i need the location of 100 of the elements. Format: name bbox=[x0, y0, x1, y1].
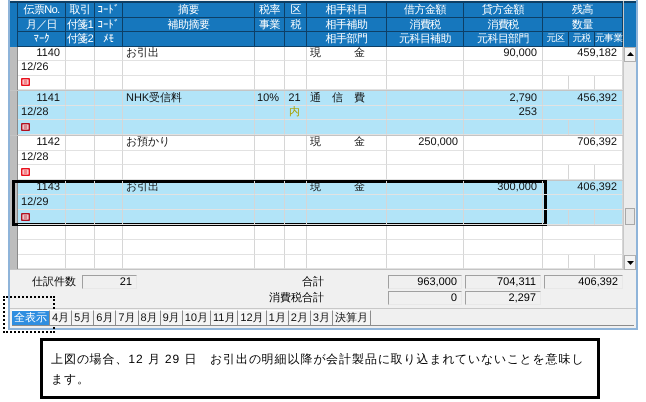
column-header: 消費税 bbox=[387, 18, 464, 32]
table-cell bbox=[66, 210, 95, 225]
table-cell bbox=[95, 226, 123, 240]
table-cell bbox=[285, 136, 307, 151]
balance-total-field: 406,392 bbox=[544, 274, 623, 289]
table-cell: 1140 bbox=[18, 46, 66, 62]
column-header: 補助摘要 bbox=[123, 18, 255, 32]
table-cell bbox=[95, 254, 123, 270]
column-header: 消費税 bbox=[464, 18, 543, 32]
table-cell: 通 信 費 bbox=[307, 91, 387, 106]
month-tab[interactable]: 2月 bbox=[288, 310, 311, 326]
table-cell bbox=[285, 226, 307, 240]
journal-row[interactable]: 1142 お預かり 現 金 250,000 706,392 12/28 bbox=[10, 136, 623, 181]
table-cell: 現 金 bbox=[307, 180, 387, 196]
table-cell: 現 金 bbox=[307, 46, 387, 62]
table-cell: お引出 bbox=[123, 180, 255, 196]
table-cell bbox=[95, 120, 123, 136]
table-cell bbox=[95, 76, 123, 90]
table-cell bbox=[66, 91, 95, 106]
table-cell bbox=[66, 106, 95, 120]
table-cell bbox=[66, 120, 95, 136]
table-cell: 300,000 bbox=[464, 180, 543, 196]
table-cell bbox=[255, 106, 285, 120]
mark-icon bbox=[21, 168, 30, 176]
table-cell bbox=[543, 76, 569, 90]
table-cell bbox=[18, 240, 66, 255]
table-cell bbox=[18, 226, 66, 240]
table-cell bbox=[255, 165, 285, 180]
column-header: 取引 bbox=[66, 3, 95, 18]
table-cell bbox=[543, 254, 569, 270]
table-cell: 90,000 bbox=[464, 46, 543, 62]
month-tab[interactable]: 8月 bbox=[138, 310, 161, 326]
table-cell bbox=[95, 136, 123, 151]
month-tab[interactable]: 10月 bbox=[182, 310, 211, 326]
table-cell bbox=[95, 210, 123, 225]
table-cell bbox=[95, 106, 123, 120]
row-marker[interactable] bbox=[10, 226, 18, 270]
table-cell: 1143 bbox=[18, 180, 66, 196]
column-header: 摘要 bbox=[123, 3, 255, 18]
column-header: 税率 bbox=[255, 3, 285, 18]
table-cell bbox=[285, 254, 307, 270]
table-cell bbox=[285, 180, 307, 196]
month-tab[interactable]: 12月 bbox=[238, 310, 267, 326]
scroll-up-button[interactable] bbox=[624, 46, 636, 62]
row-marker[interactable] bbox=[10, 46, 18, 90]
month-tab[interactable]: 9月 bbox=[160, 310, 183, 326]
table-cell bbox=[285, 165, 307, 180]
table-cell: 2,790 bbox=[464, 91, 543, 106]
journal-row[interactable]: 1140 お引出 現 金 90,000 459,182 12/26 bbox=[10, 46, 623, 92]
table-cell bbox=[66, 165, 95, 180]
table-cell: 10% bbox=[255, 91, 285, 106]
table-cell bbox=[95, 195, 123, 210]
month-tab[interactable]: 11月 bbox=[211, 310, 238, 326]
table-cell: 21 bbox=[285, 91, 307, 106]
row-marker[interactable] bbox=[10, 91, 18, 136]
month-tab[interactable]: 決算月 bbox=[333, 310, 372, 326]
tax-total-label: 消費税合計 bbox=[268, 290, 325, 306]
month-tab[interactable]: 4月 bbox=[50, 310, 72, 326]
credit-total-field: 704,311 bbox=[465, 274, 541, 289]
table-cell bbox=[569, 210, 595, 225]
table-cell bbox=[255, 254, 285, 270]
column-header: 区 bbox=[285, 3, 307, 18]
table-cell bbox=[255, 150, 285, 166]
journal-row[interactable]: 1143 お引出 現 金 300,000 406,392 12/29 bbox=[10, 180, 623, 226]
table-cell bbox=[66, 61, 95, 76]
scroll-down-button[interactable] bbox=[624, 255, 636, 270]
caret-up-icon bbox=[626, 52, 634, 56]
table-cell bbox=[569, 254, 595, 270]
row-marker[interactable] bbox=[10, 136, 18, 180]
table-cell bbox=[255, 46, 285, 62]
mark-icon bbox=[21, 212, 30, 221]
month-tab[interactable]: 3月 bbox=[310, 310, 334, 326]
table-cell bbox=[255, 210, 285, 225]
month-tab[interactable]: 7月 bbox=[116, 310, 138, 326]
table-cell: お預かり bbox=[123, 136, 255, 151]
journal-row[interactable]: 1141 NHK受信料 10% 21 通 信 費 2,790 456,392 12/28 内 253 bbox=[10, 91, 623, 136]
table-cell bbox=[66, 76, 95, 90]
count-field: 21 bbox=[82, 274, 137, 289]
column-header: ｺｰﾄﾞ bbox=[95, 18, 123, 32]
table-cell bbox=[285, 76, 307, 90]
column-header: 月／日 bbox=[18, 18, 66, 32]
table-cell bbox=[569, 165, 595, 180]
table-cell bbox=[255, 195, 285, 210]
column-header: 付箋1 bbox=[66, 18, 95, 32]
mark-icon bbox=[21, 123, 30, 132]
table-cell bbox=[66, 254, 95, 270]
scroll-thumb[interactable] bbox=[625, 208, 635, 226]
table-cell bbox=[255, 61, 285, 76]
column-header: 伝票No. bbox=[18, 3, 66, 18]
table-cell bbox=[285, 240, 307, 255]
table-cell bbox=[66, 46, 95, 62]
table-cell bbox=[95, 165, 123, 180]
month-tab[interactable]: 1月 bbox=[266, 310, 289, 326]
table-cell: 1142 bbox=[18, 136, 66, 151]
table-cell bbox=[66, 226, 95, 240]
table-cell bbox=[255, 180, 285, 196]
table-cell bbox=[95, 46, 123, 62]
table-cell bbox=[66, 180, 95, 196]
month-tab[interactable]: 5月 bbox=[72, 310, 94, 326]
month-tab[interactable]: 6月 bbox=[94, 310, 116, 326]
